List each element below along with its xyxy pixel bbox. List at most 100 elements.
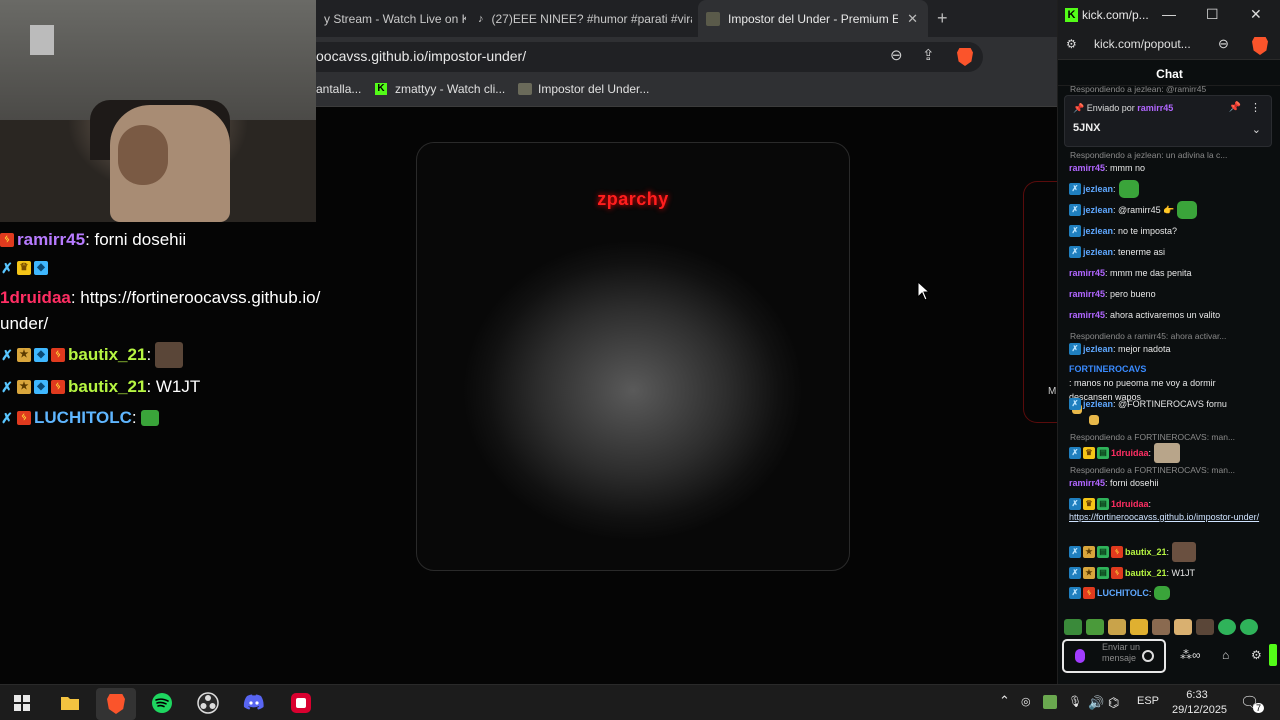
chat-message[interactable]: ✗ ★ ▤ ᛃ bautix_21: W1JT — [1069, 566, 1269, 580]
chat-message[interactable]: ✗ ♛ ▤ 1druidaa: — [1069, 443, 1269, 463]
red-app-icon[interactable] — [289, 691, 313, 715]
chat-username[interactable]: ramirr45 — [1069, 161, 1105, 175]
language-indicator[interactable]: ESP — [1137, 695, 1159, 707]
zoom-icon[interactable]: ⊖ — [1218, 36, 1229, 52]
shop-icon[interactable]: ⌂ — [1222, 648, 1229, 662]
file-explorer-icon[interactable] — [58, 691, 82, 715]
emote-button[interactable] — [1108, 619, 1126, 635]
kick-icon: K — [1065, 8, 1078, 22]
network-tray-icon[interactable]: ◎ — [1021, 695, 1031, 708]
chat-username[interactable]: jezlean — [1083, 342, 1113, 356]
maximize-icon[interactable]: ☐ — [1206, 6, 1219, 23]
spotify-icon[interactable] — [150, 691, 174, 715]
chat-username[interactable]: FORTINEROCAVS — [1069, 362, 1146, 376]
microphone-icon[interactable] — [1075, 649, 1085, 663]
pinned-message[interactable]: 📌 Enviado por ramirr45 5JNX 📌 ⋮ ⌄ — [1064, 95, 1272, 147]
pinned-user: ramirr45 — [1137, 103, 1174, 113]
chat-text: : mmm me das penita — [1105, 268, 1192, 278]
wifi-icon[interactable]: ⌬ — [1108, 695, 1119, 711]
chat-message[interactable]: ramirr45: mmm no — [1069, 161, 1269, 175]
sword-badge-icon: ✗ — [1, 347, 13, 363]
show-hidden-icons[interactable]: ⌃ — [999, 693, 1010, 709]
tab-impostor-del-under[interactable]: Impostor del Under - Premium E ✕ — [698, 0, 928, 37]
emoji-icon[interactable] — [1142, 650, 1154, 662]
emote-button[interactable] — [1064, 619, 1082, 635]
tab-kick-stream[interactable]: y Stream - Watch Live on K — [316, 0, 466, 37]
chat-message[interactable]: ✗ jezlean: — [1069, 180, 1269, 198]
chat-username[interactable]: jezlean — [1083, 182, 1113, 196]
chat-username[interactable]: jezlean — [1083, 224, 1113, 238]
chat-message[interactable]: ✗ jezlean: no te imposta? — [1069, 224, 1269, 238]
chat-link[interactable]: https://fortineroocavss.github.io/impost… — [1069, 511, 1264, 524]
chat-username[interactable]: jezlean — [1083, 203, 1113, 217]
site-settings-icon[interactable]: ⚙ — [1066, 37, 1077, 51]
close-window-icon[interactable]: ✕ — [1250, 6, 1262, 23]
wave-emote — [1089, 415, 1099, 425]
chat-username[interactable]: ramirr45 — [1069, 308, 1105, 322]
emote-image — [1172, 542, 1197, 562]
chat-url[interactable]: kick.com/popout... — [1094, 37, 1191, 51]
chat-username[interactable]: LUCHITOLC — [1097, 586, 1149, 600]
emote-button[interactable] — [1174, 619, 1192, 635]
chat-message[interactable]: ramirr45: ahora activaremos un valito — [1069, 308, 1269, 322]
send-button[interactable] — [1269, 644, 1277, 666]
volume-icon[interactable]: 🔊 — [1088, 695, 1104, 711]
chat-username[interactable]: jezlean — [1083, 397, 1113, 411]
windows-start-icon[interactable] — [10, 691, 34, 715]
url-text[interactable]: oocavss.github.io/impostor-under/ — [316, 48, 526, 64]
chat-message[interactable]: ramirr45: mmm me das penita — [1069, 266, 1269, 280]
emote-button[interactable] — [1130, 619, 1148, 635]
discord-icon[interactable] — [242, 691, 266, 715]
chat-message[interactable]: ✗ ᛃ LUCHITOLC: — [1069, 586, 1269, 600]
emote-button[interactable] — [1218, 619, 1236, 635]
chat-username[interactable]: ramirr45 — [1069, 287, 1105, 301]
new-tab-icon[interactable]: + — [937, 8, 948, 29]
sword-badge-icon: ✗ — [1069, 183, 1081, 195]
brave-browser-icon[interactable] — [96, 688, 136, 720]
chat-username[interactable]: ramirr45 — [1069, 476, 1105, 490]
chat-message[interactable]: ramirr45: pero bueno — [1069, 287, 1269, 301]
microphone-tray-icon[interactable]: 🎙 — [1068, 695, 1082, 708]
chat-message[interactable]: ✗ jezlean: @ramirr45 👉 — [1069, 201, 1269, 219]
emote-button[interactable] — [1196, 619, 1214, 635]
chat-message[interactable]: ramirr45: forni dosehii — [1069, 476, 1269, 490]
chat-username[interactable]: 1druidaa — [1111, 497, 1149, 511]
emote-button[interactable] — [1086, 619, 1104, 635]
chat-message[interactable]: ✗ jezlean: mejor nadota — [1069, 342, 1269, 356]
chat-message[interactable]: ✗ jezlean: tenerme asi — [1069, 245, 1269, 259]
infinity-icon[interactable]: ∞ — [1192, 648, 1201, 662]
emote-button[interactable] — [1240, 619, 1258, 635]
brave-shields-icon[interactable] — [1252, 37, 1268, 55]
chat-username[interactable]: 1druidaa — [1111, 446, 1149, 460]
tab-tiktok[interactable]: ♪ (27)EEE NINEE? #humor #parati #vira — [470, 0, 692, 37]
more-options-icon[interactable]: ⋮ — [1250, 101, 1261, 114]
bookmark-item[interactable]: Impostor del Under... — [518, 82, 649, 96]
emote-button[interactable] — [1152, 619, 1170, 635]
obs-icon[interactable] — [196, 691, 220, 715]
zoom-out-icon[interactable]: ⊖ — [890, 46, 903, 64]
chat-username[interactable]: jezlean — [1083, 245, 1113, 259]
chat-username[interactable]: ramirr45 — [1069, 266, 1105, 280]
chevron-down-icon[interactable]: ⌄ — [1252, 123, 1261, 136]
settings-gear-icon[interactable]: ⚙ — [1251, 648, 1262, 662]
wall-poster — [30, 25, 54, 55]
share-icon[interactable]: ⇪ — [922, 46, 935, 64]
chat-message-input[interactable]: Enviar un mensaje — [1062, 639, 1166, 673]
chat-message[interactable]: ✗ ♛ ▤ 1druidaa: https://fortineroocavss.git… — [1069, 497, 1269, 524]
bookmark-item[interactable]: K zmattyy - Watch cli... — [375, 82, 505, 96]
sword-badge-icon: ✗ — [1069, 398, 1081, 410]
chat-message[interactable]: ✗ jezlean: @FORTINEROCAVS fornu — [1069, 397, 1239, 425]
users-icon[interactable]: ⁂ — [1180, 648, 1192, 662]
chat-username[interactable]: bautix_21 — [1125, 566, 1167, 580]
emote-image — [1154, 586, 1171, 600]
impostor-card[interactable]: zparchy — [416, 142, 850, 571]
chat-username[interactable]: bautix_21 — [1125, 545, 1167, 559]
system-clock[interactable]: 6:33 29/12/2025 — [1172, 688, 1227, 718]
tray-app-icon[interactable] — [1043, 695, 1057, 709]
minimize-icon[interactable]: — — [1162, 6, 1176, 22]
chat-message[interactable]: ✗ ★ ▤ ᛃ bautix_21: — [1069, 542, 1269, 562]
close-tab-icon[interactable]: ✕ — [907, 11, 918, 27]
pin-icon[interactable]: 📌 — [1229, 102, 1241, 113]
streamer-head — [118, 125, 168, 185]
bookmark-item[interactable]: antalla... — [316, 82, 361, 96]
